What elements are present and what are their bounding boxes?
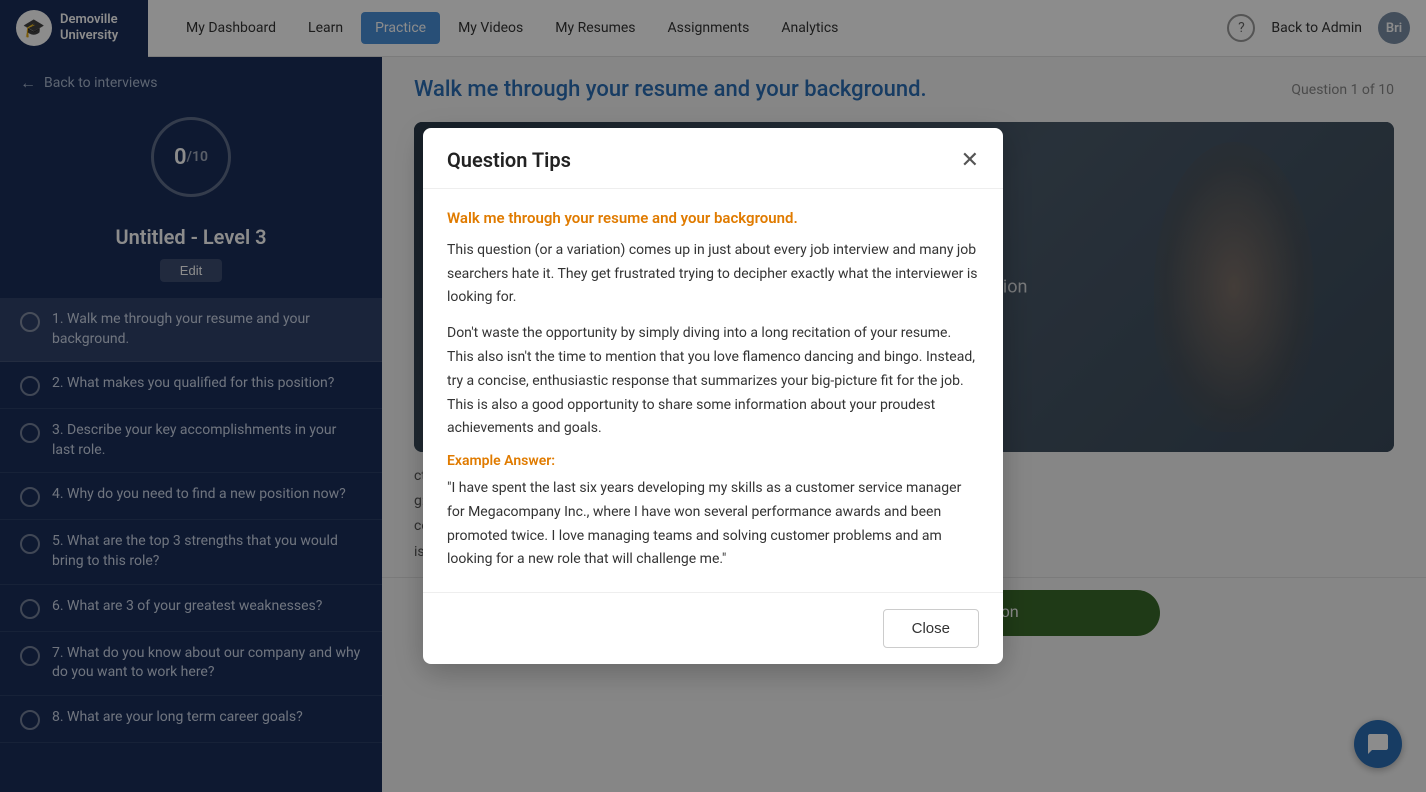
modal-header: Question Tips ✕ — [423, 128, 1003, 189]
modal-body: Walk me through your resume and your bac… — [423, 189, 1003, 593]
modal-close-footer-button[interactable]: Close — [883, 609, 979, 648]
modal-question-title: Walk me through your resume and your bac… — [447, 209, 979, 227]
modal-overlay[interactable]: Question Tips ✕ Walk me through your res… — [0, 0, 1426, 792]
modal-footer: Close — [423, 592, 1003, 664]
example-answer-label: Example Answer: — [447, 453, 979, 469]
question-tips-modal: Question Tips ✕ Walk me through your res… — [423, 128, 1003, 665]
modal-body-text-2: Don't waste the opportunity by simply di… — [447, 322, 979, 441]
modal-body-text-1: This question (or a variation) comes up … — [447, 239, 979, 310]
example-answer-text: "I have spent the last six years develop… — [447, 477, 979, 572]
modal-close-button[interactable]: ✕ — [961, 149, 979, 171]
modal-title: Question Tips — [447, 148, 571, 172]
